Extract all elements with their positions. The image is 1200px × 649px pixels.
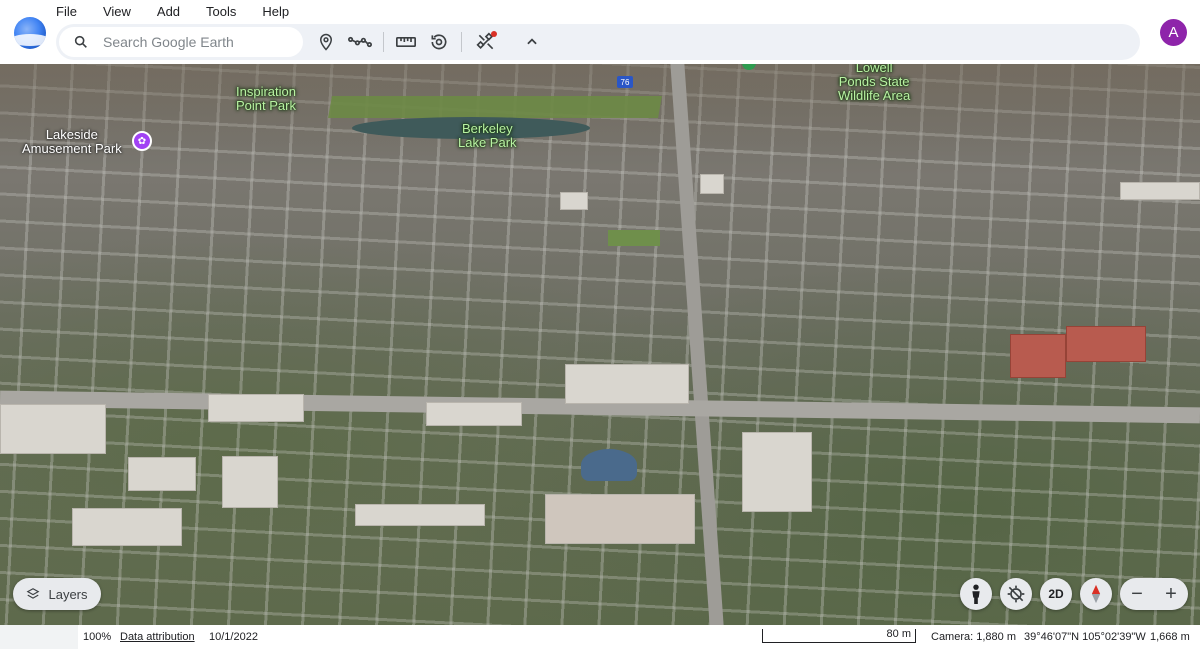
building: [222, 456, 278, 508]
park-area: [608, 230, 660, 246]
scale-label: 80 m: [886, 628, 911, 640]
map-view[interactable]: 76 Inspiration Point Park Berkeley Lake …: [0, 64, 1200, 625]
2d-view-button[interactable]: 2D: [1040, 578, 1072, 610]
coordinates: 39°46'07"N 105°02'39"W: [1024, 631, 1146, 643]
compass-button[interactable]: [1080, 578, 1112, 610]
draw-path-button[interactable]: [347, 30, 373, 54]
search-box: [59, 27, 303, 57]
search-icon: [74, 35, 87, 48]
toolbar-divider: [383, 32, 384, 52]
measure-button[interactable]: [394, 30, 418, 54]
toolbar-divider: [461, 32, 462, 52]
zoom-out-button[interactable]: −: [1131, 583, 1143, 606]
scale-bar: 80 m: [762, 628, 916, 643]
historical-imagery-button[interactable]: [427, 30, 451, 54]
zoom-control: − +: [1120, 578, 1188, 610]
building: [545, 494, 695, 544]
pin-icon: [319, 33, 333, 51]
menu-bar: File View Add Tools Help: [56, 0, 289, 22]
elevation: 1,668 m: [1150, 631, 1190, 643]
add-placemark-button[interactable]: [314, 30, 338, 54]
map-label-lakeside-amusement-park[interactable]: Lakeside Amusement Park: [22, 128, 122, 156]
map-label-lowell-ponds[interactable]: Lowell Ponds State Wildlife Area: [838, 64, 910, 103]
chevron-up-icon: [527, 38, 537, 45]
history-icon: [431, 34, 447, 50]
building: [128, 457, 196, 491]
notification-dot: [491, 31, 497, 37]
menu-tools[interactable]: Tools: [206, 4, 236, 19]
google-earth-logo-icon[interactable]: [14, 17, 46, 49]
route-shield: 76: [617, 76, 633, 88]
building: [1066, 326, 1146, 362]
building: [208, 394, 304, 422]
menu-view[interactable]: View: [103, 4, 131, 19]
building: [72, 508, 182, 546]
data-attribution-link[interactable]: Data attribution: [120, 631, 195, 643]
zoom-in-button[interactable]: +: [1165, 583, 1177, 606]
status-bar: 100% Data attribution 10/1/2022 80 m Cam…: [0, 625, 1200, 649]
path-icon: [348, 36, 372, 48]
park-area: [328, 96, 662, 118]
collapse-toolbar-button[interactable]: [520, 30, 544, 54]
pegman-icon: [972, 584, 980, 604]
street-view-button[interactable]: [960, 578, 992, 610]
search-input[interactable]: [103, 34, 293, 50]
camera-altitude: Camera: 1,880 m: [931, 631, 1016, 643]
building: [565, 364, 689, 404]
toolbar: [56, 24, 1140, 60]
gazebo-dome: [581, 449, 637, 481]
building: [1120, 182, 1200, 200]
amusement-park-icon[interactable]: ✿: [132, 131, 152, 151]
menu-add[interactable]: Add: [157, 4, 180, 19]
menu-help[interactable]: Help: [262, 4, 289, 19]
building: [700, 174, 724, 194]
building: [1010, 334, 1066, 378]
layers-icon: [27, 588, 40, 599]
imagery-date: 10/1/2022: [209, 631, 258, 643]
building: [0, 404, 106, 454]
building: [426, 402, 522, 426]
building: [355, 504, 485, 526]
building: [560, 192, 588, 210]
map-label-inspiration-point-park[interactable]: Inspiration Point Park: [236, 85, 296, 113]
layers-button[interactable]: Layers: [13, 578, 101, 610]
menu-file[interactable]: File: [56, 4, 77, 19]
map-label-berkeley-lake-park[interactable]: Berkeley Lake Park: [458, 122, 517, 150]
data-layers-button[interactable]: [474, 30, 498, 54]
status-bar-left-panel: [0, 625, 78, 649]
zoom-level: 100%: [83, 631, 112, 643]
account-avatar[interactable]: A: [1160, 19, 1187, 46]
layers-label: Layers: [48, 586, 88, 602]
ruler-icon: [396, 37, 416, 47]
no-tilt-icon: [1007, 585, 1025, 603]
building: [742, 432, 812, 512]
compass-icon: [1091, 584, 1101, 604]
tilt-toggle-button[interactable]: [1000, 578, 1032, 610]
